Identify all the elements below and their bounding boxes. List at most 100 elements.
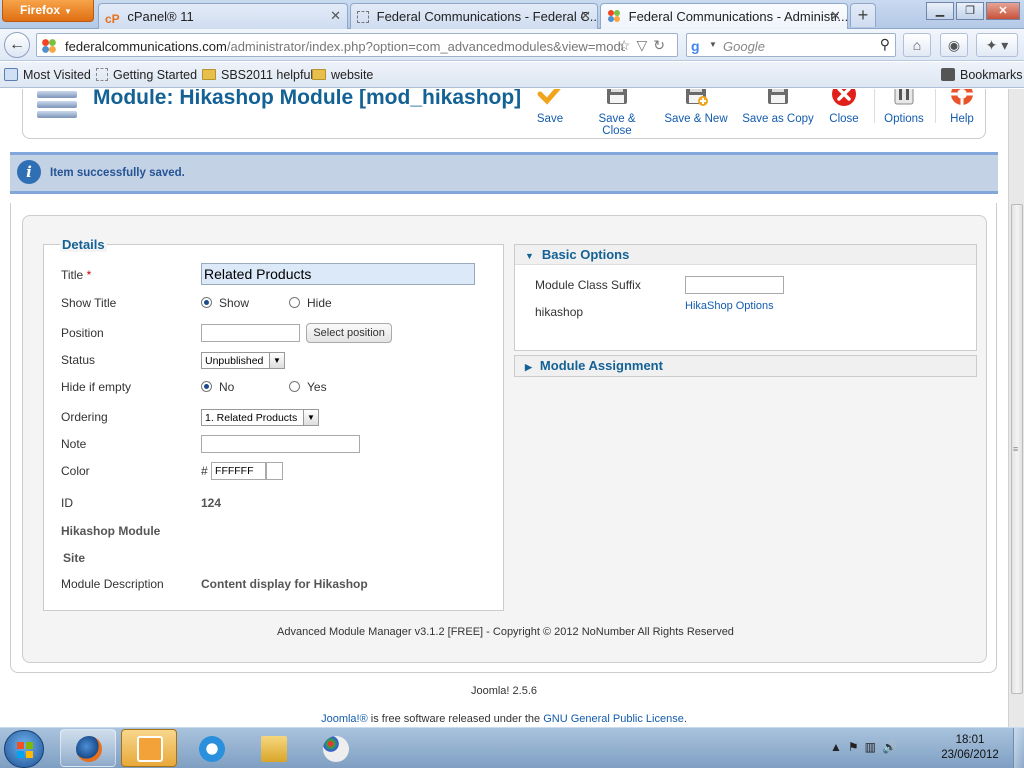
color-input[interactable]: FFFFFF	[211, 462, 267, 480]
eye-icon[interactable]: ◉	[940, 33, 968, 57]
note-input[interactable]	[201, 435, 360, 453]
position-input[interactable]	[201, 324, 300, 342]
status-select[interactable]: Unpublished ▼	[201, 352, 285, 369]
show-title-radio-hide[interactable]: Hide	[289, 296, 332, 310]
back-button[interactable]: ←	[4, 32, 30, 58]
close-tab-icon[interactable]: ✕	[830, 8, 841, 24]
taskbar-explorer[interactable]	[245, 729, 301, 767]
search-icon[interactable]: ⚲	[880, 36, 890, 53]
select-position-button[interactable]: Select position	[306, 323, 392, 343]
clock-time: 18:01	[955, 734, 985, 746]
bookmarks-menu-label: Bookmarks	[960, 68, 1023, 82]
network-icon[interactable]: ▥	[865, 740, 882, 754]
bookmark-sbs2011-helpful[interactable]: SBS2011 helpful	[202, 68, 313, 82]
toolbar-divider	[935, 89, 936, 123]
id-value: 124	[201, 496, 222, 510]
hikashop-options-link[interactable]: HikaShop Options	[685, 300, 774, 312]
navigation-bar: ← federalcommunications.com/administrato…	[0, 29, 1024, 61]
hide-if-empty-radio-yes[interactable]: Yes	[289, 380, 327, 394]
close-tab-icon[interactable]: ✕	[580, 8, 591, 24]
cpanel-icon: cP	[105, 12, 120, 26]
basic-options-header[interactable]: ▼ Basic Options	[515, 245, 976, 265]
tab-federal-communications[interactable]: Federal Communications - Federal C... ✕	[350, 3, 598, 29]
taskbar-firefox[interactable]	[60, 729, 116, 767]
options-button[interactable]: Options	[883, 89, 925, 125]
bookmark-label: website	[331, 68, 374, 82]
save-close-label: Save & Close	[598, 113, 636, 137]
save-close-button[interactable]: Save & Close	[583, 89, 651, 137]
help-label: Help	[950, 113, 974, 125]
position-field: Select position	[201, 323, 392, 343]
show-hidden-icons[interactable]: ▲	[830, 740, 848, 754]
bookmark-getting-started[interactable]: Getting Started	[96, 68, 197, 82]
floppy-disk-plus-icon	[686, 89, 708, 106]
joomla-link[interactable]: Joomla!®	[321, 713, 368, 725]
firefox-menu-button[interactable]: Firefox ▼	[2, 0, 94, 22]
note-label: Note	[61, 437, 87, 451]
save-copy-button[interactable]: Save as Copy	[742, 89, 814, 125]
tab-administration[interactable]: Federal Communications - Administr... ✕	[600, 3, 848, 30]
taskbar-outlook[interactable]	[121, 729, 177, 767]
taskbar-internet-explorer[interactable]	[183, 729, 239, 767]
vertical-scrollbar[interactable]: ≡	[1008, 89, 1024, 727]
volume-icon[interactable]: 🔊	[882, 740, 903, 754]
hikashop-label: hikashop	[535, 305, 584, 319]
address-bar[interactable]: federalcommunications.com/administrator/…	[36, 33, 678, 57]
minimize-button[interactable]: ▁	[926, 2, 954, 20]
show-option-label: Show	[219, 296, 250, 310]
flag-icon[interactable]: ⚑	[848, 740, 865, 754]
module-class-suffix-input[interactable]	[685, 276, 784, 294]
info-icon: i	[17, 160, 41, 184]
save-new-label: Save & New	[664, 113, 728, 125]
tab-title: cPanel® 11	[127, 9, 194, 24]
windows-logo-icon	[17, 742, 33, 758]
chevron-down-icon: ▼	[64, 7, 72, 16]
title-input[interactable]: Related Products	[201, 263, 475, 285]
reload-icon[interactable]: ↻	[653, 37, 671, 53]
radio-icon	[289, 297, 300, 308]
home-icon[interactable]: ⌂	[903, 33, 931, 57]
ordering-select[interactable]: 1. Related Products ▼	[201, 409, 319, 426]
outlook-icon	[137, 736, 163, 762]
start-button[interactable]	[4, 730, 44, 768]
system-message: i Item successfully saved.	[10, 152, 998, 194]
close-tab-icon[interactable]: ✕	[330, 8, 341, 24]
google-icon: g	[691, 38, 700, 54]
show-desktop-button[interactable]	[1013, 728, 1024, 768]
hide-if-empty-radio-no[interactable]: No	[201, 380, 234, 394]
gpl-link[interactable]: GNU General Public License	[543, 713, 684, 725]
maximize-button[interactable]: ❐	[956, 2, 984, 20]
url-path: /administrator/index.php?option=com_adva…	[226, 39, 625, 54]
window-close-button[interactable]: ✕	[986, 2, 1020, 20]
dropdown-icon[interactable]: ▽	[636, 37, 653, 53]
chevron-down-icon: ▼	[303, 410, 318, 425]
close-icon	[832, 89, 856, 106]
tab-cpanel[interactable]: cP cPanel® 11 ✕	[98, 3, 348, 29]
license-end: .	[683, 713, 687, 725]
paint-palette-icon	[323, 736, 349, 762]
help-button[interactable]: Help	[945, 89, 979, 125]
module-assignment-header[interactable]: ▶ Module Assignment	[515, 356, 976, 376]
addon-icon[interactable]: ✦ ▾	[976, 33, 1018, 57]
taskbar-paint[interactable]	[307, 729, 363, 767]
options-icon	[894, 89, 914, 105]
save-button[interactable]: Save	[531, 89, 569, 125]
search-engine-dropdown-icon[interactable]: ▼	[709, 40, 717, 49]
back-arrow-icon: ←	[9, 36, 25, 53]
search-placeholder: Google	[723, 39, 765, 54]
bookmark-star-icon[interactable]: ☆	[618, 37, 637, 53]
color-swatch[interactable]	[266, 462, 284, 480]
tab-title: Federal Communications - Federal C...	[376, 9, 598, 24]
taskbar-clock[interactable]: 18:01 23/06/2012	[930, 733, 1010, 763]
show-title-radio-show[interactable]: Show	[201, 296, 249, 310]
color-label: Color	[61, 464, 90, 478]
new-tab-button[interactable]: +	[850, 3, 876, 27]
folder-icon	[202, 69, 216, 80]
bookmarks-menu[interactable]: Bookmarks	[941, 68, 1023, 82]
url-text: federalcommunications.com/administrator/…	[65, 39, 625, 54]
close-button[interactable]: Close	[826, 89, 862, 125]
bookmark-most-visited[interactable]: Most Visited	[4, 68, 91, 82]
bookmark-website[interactable]: website	[312, 68, 373, 82]
search-box[interactable]: g ▼ Google ⚲	[686, 33, 896, 57]
save-new-button[interactable]: Save & New	[664, 89, 728, 125]
